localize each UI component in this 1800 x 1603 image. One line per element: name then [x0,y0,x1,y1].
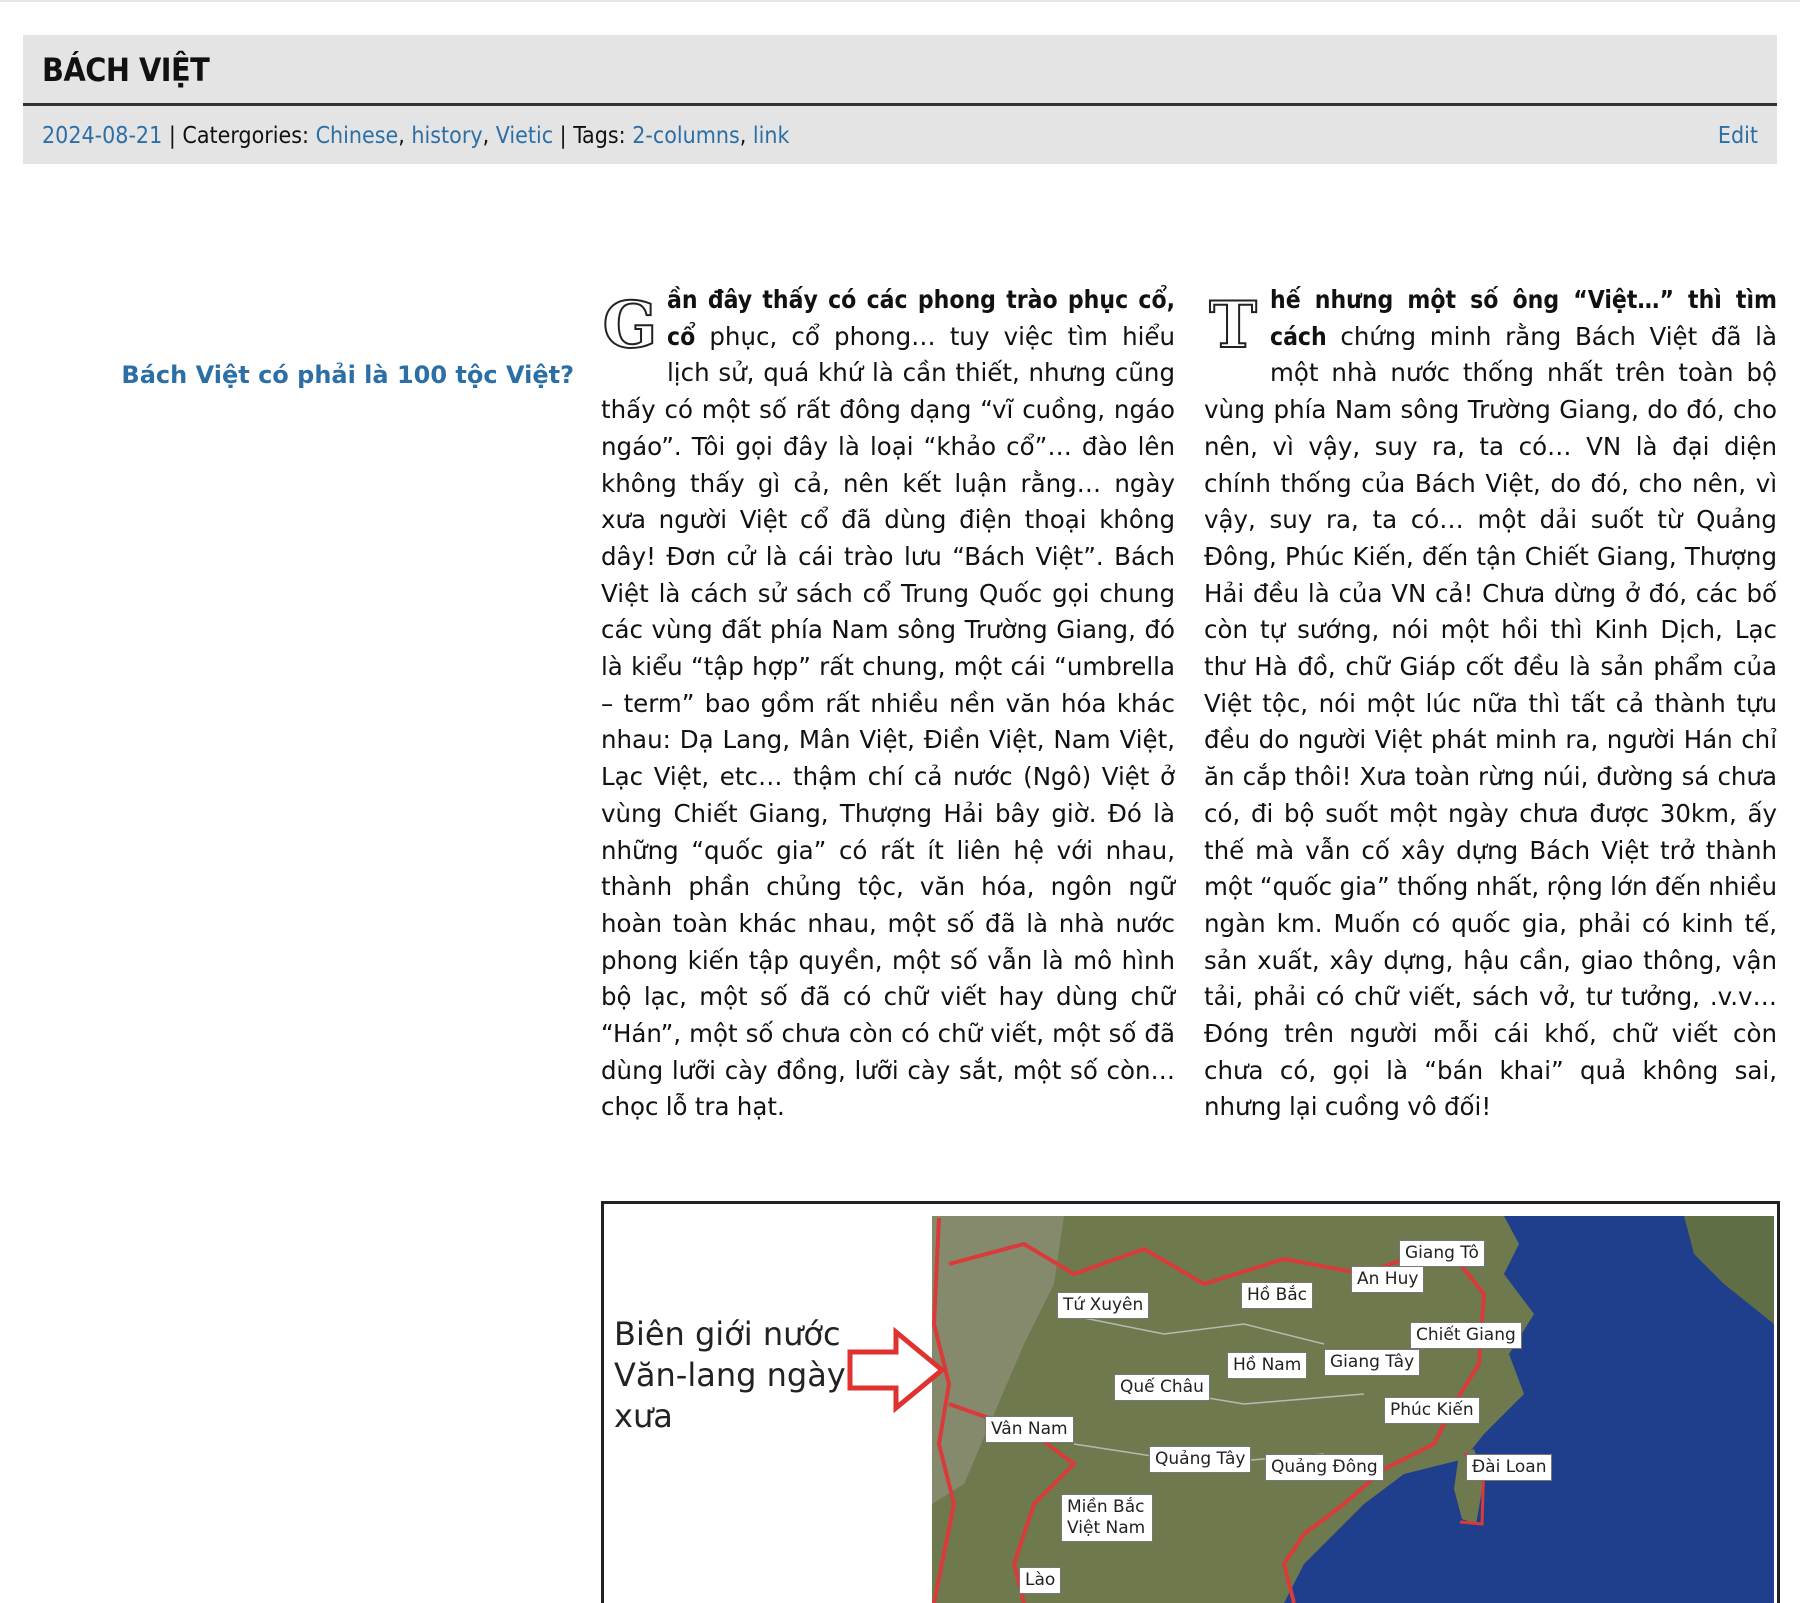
post-header: BÁCH VIỆT [23,35,1777,106]
map-label-que-chau: Quế Châu [1114,1374,1210,1401]
article-column-left: Gần đây thấy có các phong trào phục cổ, … [601,282,1175,1126]
post-meta-bar: 2024-08-21 | Catergories: Chinese, histo… [23,106,1777,164]
meta-separator: | [559,123,574,149]
map-label-quang-dong: Quảng Đông [1265,1454,1384,1481]
map-figure: Biên giới nước Văn-lang ngày xưa Giang T… [601,1201,1780,1603]
map-label-phuc-kien: Phúc Kiến [1384,1397,1480,1424]
map-label-giang-tay: Giang Tây [1324,1349,1421,1376]
paragraph: Gần đây thấy có các phong trào phục cổ, … [601,282,1175,1126]
meta-separator: | [168,123,183,149]
map-label-lao: Lào [1019,1567,1062,1594]
paragraph: Thế nhưng một số ông “Việt…” thì tìm các… [1204,282,1777,1126]
map-label-ho-bac: Hồ Bắc [1241,1282,1314,1309]
body-text: chứng minh rằng Bách Việt đã là một nhà … [1204,321,1777,1122]
tags-label: Tags: [573,123,626,149]
related-post-link[interactable]: Bách Việt có phải là 100 tộc Việt? [60,358,574,392]
categories-label: Catergories: [182,123,309,149]
map-label-dai-loan: Đài Loan [1466,1454,1553,1481]
post-meta: 2024-08-21 | Catergories: Chinese, histo… [42,123,790,149]
map-label-mien-bac-viet-nam: Miền Bắc Việt Nam [1061,1494,1153,1542]
post-date-link[interactable]: 2024-08-21 [42,123,162,149]
map-label-quang-tay: Quảng Tây [1149,1446,1252,1473]
tag-link-2-columns[interactable]: 2-columns [632,123,740,149]
body-text: phục, cổ phong… tuy việc tìm hiểu lịch s… [601,321,1175,1122]
map-label-giang-to: Giang Tô [1399,1240,1485,1267]
drop-cap: G [602,288,659,363]
top-rule [0,0,1800,2]
map-label-van-nam: Vân Nam [985,1416,1074,1443]
category-link-history[interactable]: history [411,123,482,149]
edit-link[interactable]: Edit [1718,120,1758,152]
tag-link-link[interactable]: link [753,123,790,149]
post-title: BÁCH VIỆT [42,51,210,89]
map-label-tu-xuyen: Tứ Xuyên [1057,1292,1150,1319]
map-label-chiet-giang: Chiết Giang [1410,1322,1522,1349]
article-column-right: Thế nhưng một số ông “Việt…” thì tìm các… [1204,282,1777,1126]
drop-cap: T [1208,288,1258,363]
category-link-chinese[interactable]: Chinese [316,123,399,149]
map-caption: Biên giới nước Văn-lang ngày xưa [614,1315,846,1435]
map-label-ho-nam: Hồ Nam [1227,1352,1308,1379]
map-label-an-huy: An Huy [1351,1266,1425,1293]
category-link-vietic[interactable]: Vietic [496,123,553,149]
